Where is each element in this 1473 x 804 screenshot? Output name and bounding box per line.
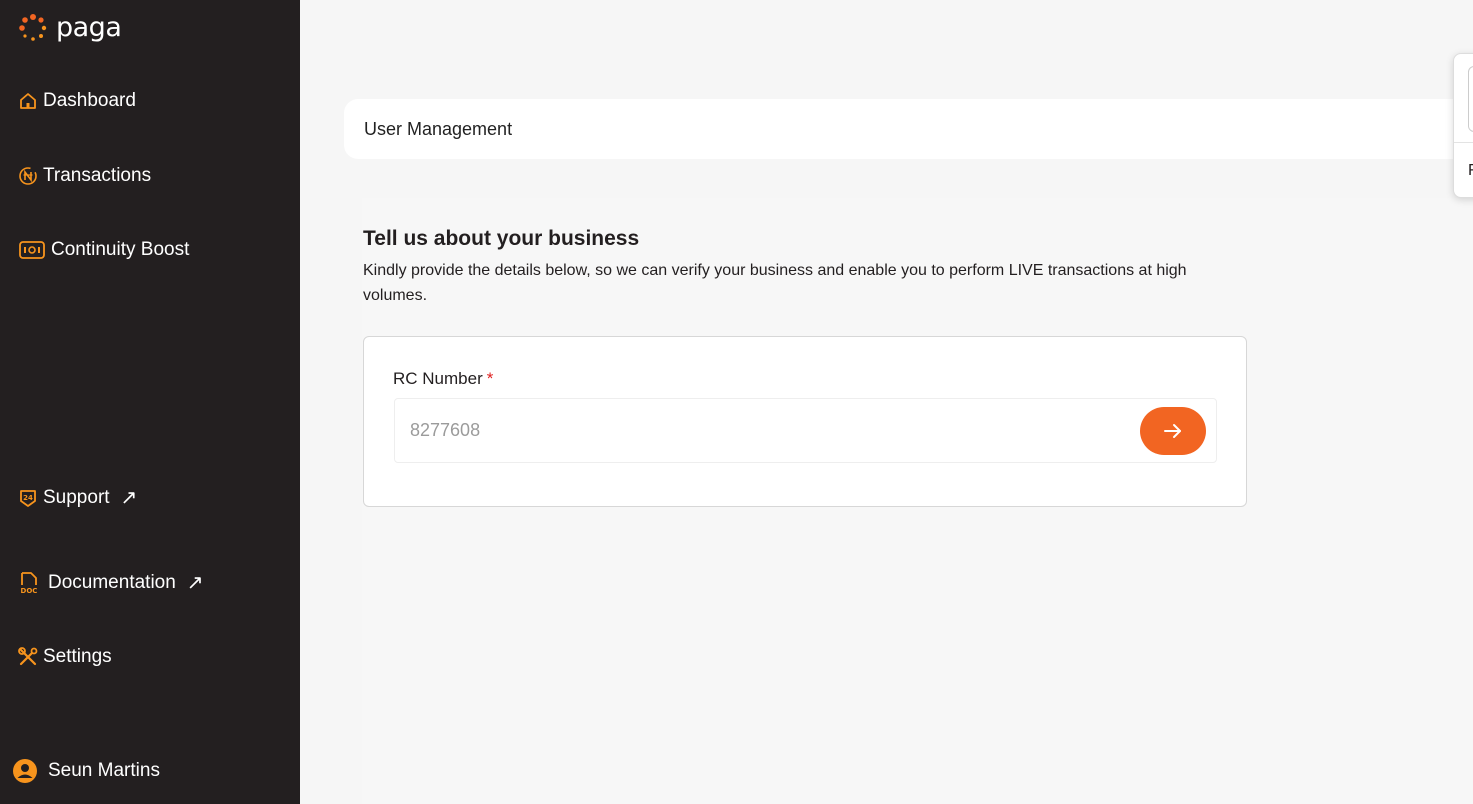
sidebar-item-label: Settings [43, 646, 112, 667]
sidebar-item-label: Transactions [43, 165, 152, 186]
rc-number-field [394, 398, 1217, 463]
sidebar-item-label: Support [43, 487, 110, 508]
support-24-icon: 24 [20, 490, 36, 507]
user-name: Seun Martins [48, 760, 160, 781]
account-popover[interactable]: F [1453, 53, 1473, 198]
required-marker: * [486, 369, 494, 388]
home-icon [20, 93, 36, 109]
cash-icon [19, 241, 45, 259]
brand-name: paga [56, 12, 122, 43]
external-link-icon: ↗ [186, 572, 204, 594]
user-profile[interactable]: Seun Martins [12, 758, 160, 784]
naira-icon [19, 167, 37, 185]
arrow-right-icon [1164, 424, 1181, 438]
rc-number-label-text: RC Number [393, 369, 483, 388]
submit-rc-button[interactable] [1140, 407, 1206, 455]
sidebar-item-continuity-boost[interactable]: Continuity Boost [18, 239, 189, 261]
svg-text:DOC: DOC [21, 587, 38, 595]
external-link-icon: ↗ [120, 487, 138, 509]
sidebar-item-support[interactable]: 24 Support ↗ [18, 487, 137, 509]
paga-logo-icon [19, 13, 47, 41]
sidebar: paga Dashboard Transactions Continuity B… [0, 0, 300, 804]
sidebar-item-dashboard[interactable]: Dashboard [18, 90, 136, 112]
sidebar-item-settings[interactable]: Settings [18, 646, 112, 668]
sidebar-item-label: Continuity Boost [51, 239, 190, 260]
popover-divider [1454, 142, 1473, 143]
svg-text:24: 24 [23, 494, 33, 502]
rc-number-card: RC Number * [363, 336, 1247, 507]
section-heading: Tell us about your business [363, 227, 640, 250]
tools-icon [18, 647, 38, 666]
sidebar-item-transactions[interactable]: Transactions [18, 165, 151, 187]
page-header: User Management [344, 99, 1473, 159]
paga-logo[interactable]: paga [18, 12, 122, 43]
popover-label: F [1468, 162, 1473, 179]
sidebar-item-label: Documentation [48, 572, 176, 593]
doc-icon: DOC [21, 572, 38, 595]
rc-number-label: RC Number * [393, 369, 493, 389]
user-avatar-icon [13, 759, 37, 783]
sidebar-item-label: Dashboard [43, 90, 136, 111]
section-description: Kindly provide the details below, so we … [363, 262, 1187, 304]
rc-number-input[interactable] [410, 420, 1216, 441]
page-title: User Management [364, 118, 513, 139]
popover-inner-box [1468, 66, 1473, 132]
sidebar-item-documentation[interactable]: DOC Documentation ↗ [18, 571, 204, 595]
